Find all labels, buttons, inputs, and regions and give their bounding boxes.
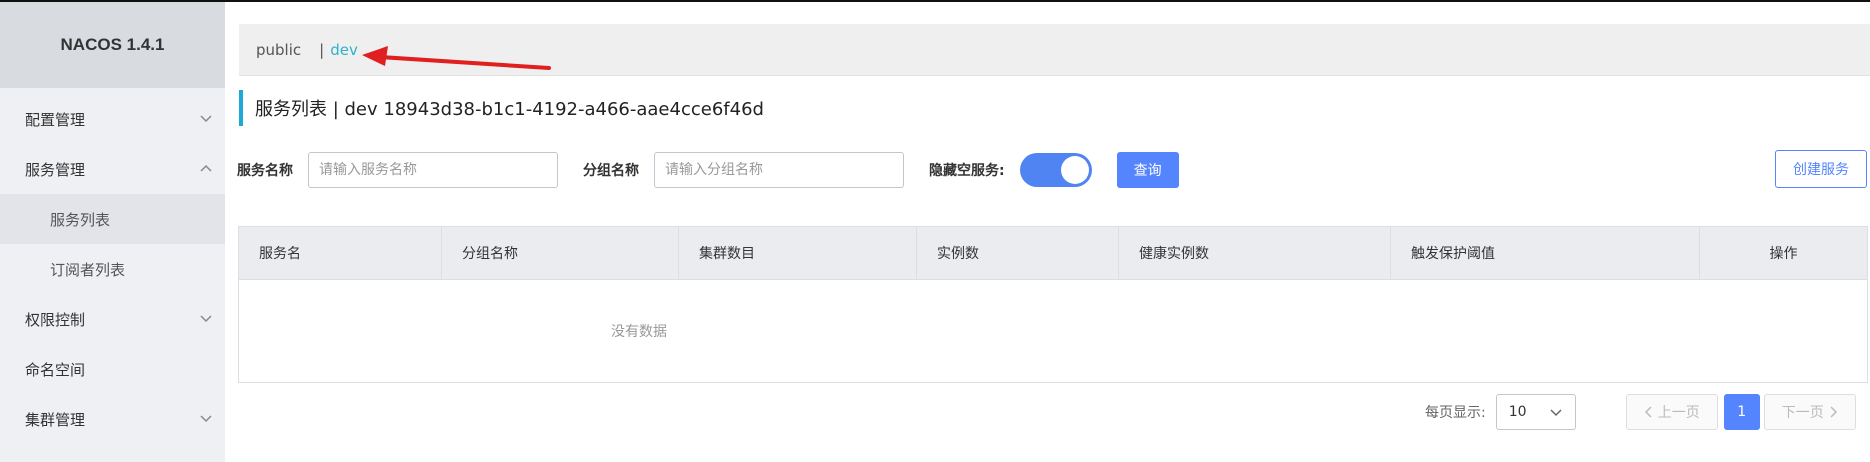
chevron-down-icon — [200, 115, 212, 123]
chevron-down-icon — [1550, 409, 1562, 417]
column-header: 实例数 — [917, 227, 1119, 279]
prev-page-button[interactable]: 上一页 — [1625, 394, 1718, 430]
chevron-right-icon — [1830, 406, 1837, 418]
service-table: 服务名 分组名称 集群数目 实例数 健康实例数 触发保护阈值 操作 没有数据 — [238, 226, 1868, 383]
sidebar-item-service-list[interactable]: 服务列表 — [0, 194, 225, 244]
annotation-arrow — [362, 46, 551, 70]
sidebar-item-config-management[interactable]: 配置管理 — [0, 94, 225, 144]
service-name-input[interactable] — [308, 152, 558, 188]
sidebar: NACOS 1.4.1 配置管理 服务管理 服务列表 订阅者列表 权限控制 命名… — [0, 2, 225, 462]
sidebar-item-cluster-management[interactable]: 集群管理 — [0, 394, 225, 444]
create-service-button[interactable]: 创建服务 — [1775, 150, 1867, 188]
chevron-left-icon — [1644, 406, 1652, 418]
filter-bar: 服务名称 分组名称 隐藏空服务: 查询 — [237, 150, 1179, 190]
sidebar-item-label: 服务管理 — [25, 160, 86, 179]
sidebar-item-label: 服务列表 — [50, 210, 111, 229]
hide-empty-label: 隐藏空服务: — [929, 163, 1005, 179]
query-button[interactable]: 查询 — [1116, 152, 1179, 188]
sidebar-item-access-control[interactable]: 权限控制 — [0, 294, 225, 344]
brand-logo: NACOS 1.4.1 — [0, 2, 225, 88]
namespace-public-link[interactable]: public — [256, 41, 301, 59]
empty-state: 没有数据 — [239, 280, 1867, 382]
namespace-separator: | — [319, 40, 325, 59]
namespace-dev-link[interactable]: dev — [330, 41, 358, 59]
chevron-up-icon — [200, 164, 212, 172]
toggle-knob — [1060, 156, 1089, 184]
sidebar-item-subscriber-list[interactable]: 订阅者列表 — [0, 244, 225, 294]
column-header: 操作 — [1769, 246, 1798, 262]
pagination: 每页显示: 10 上一页 1 下一页 — [1425, 394, 1856, 430]
sidebar-item-label: 命名空间 — [25, 360, 86, 379]
hide-empty-toggle[interactable] — [1019, 153, 1092, 187]
table-header: 服务名 分组名称 集群数目 实例数 健康实例数 触发保护阈值 操作 — [239, 227, 1867, 280]
service-name-label: 服务名称 — [237, 163, 293, 179]
column-header: 分组名称 — [442, 227, 679, 279]
page-1-button[interactable]: 1 — [1723, 394, 1760, 430]
prev-page-label: 上一页 — [1657, 405, 1700, 421]
group-name-input[interactable] — [654, 152, 904, 188]
per-page-select[interactable]: 10 — [1495, 394, 1576, 430]
sidebar-item-label: 订阅者列表 — [50, 260, 126, 279]
next-page-button[interactable]: 下一页 — [1763, 394, 1856, 430]
sidebar-item-namespace[interactable]: 命名空间 — [0, 344, 225, 394]
column-header: 健康实例数 — [1119, 227, 1391, 279]
sidebar-item-label: 权限控制 — [25, 310, 86, 329]
page-title: 服务列表 | dev 18943d38-b1c1-4192-a466-aae4c… — [239, 90, 764, 126]
column-header: 服务名 — [239, 227, 442, 279]
per-page-label: 每页显示: — [1425, 405, 1486, 421]
column-header: 触发保护阈值 — [1391, 227, 1700, 279]
main-content: public | dev 服务列表 | dev 18943d38-b1c1-41… — [225, 2, 1870, 462]
chevron-down-icon — [200, 415, 212, 423]
per-page-value: 10 — [1508, 404, 1527, 420]
sidebar-item-label: 配置管理 — [25, 110, 86, 129]
sidebar-item-label: 集群管理 — [25, 410, 86, 429]
column-header: 集群数目 — [679, 227, 917, 279]
group-name-label: 分组名称 — [583, 163, 639, 179]
chevron-down-icon — [200, 315, 212, 323]
sidebar-item-service-management[interactable]: 服务管理 — [0, 144, 225, 194]
next-page-label: 下一页 — [1781, 405, 1824, 421]
empty-text: 没有数据 — [611, 324, 667, 340]
